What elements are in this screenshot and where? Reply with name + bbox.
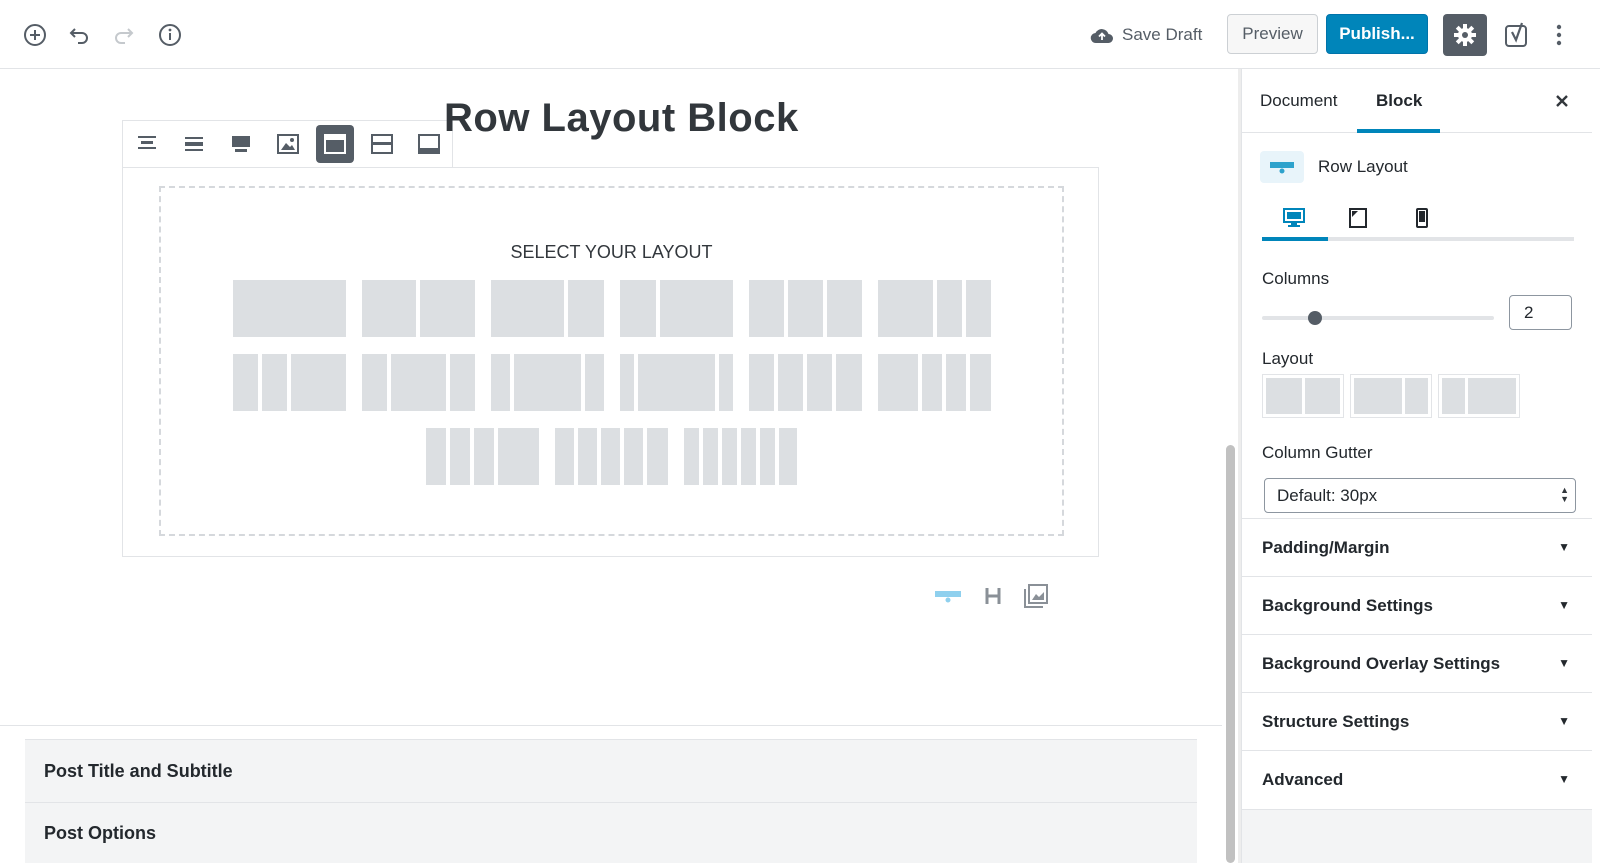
gallery-icon[interactable] [1024, 584, 1048, 608]
panel-background-settings[interactable]: Background Settings ▼ [1242, 576, 1592, 634]
select-arrows-icon: ▲ ▼ [1560, 485, 1569, 504]
column-gutter-value: Default: 30px [1277, 485, 1378, 505]
undo-icon[interactable] [63, 19, 95, 51]
desktop-icon[interactable] [1262, 199, 1326, 237]
select-layout-title: SELECT YOUR LAYOUT [510, 242, 713, 262]
layout-label: Layout [1262, 349, 1314, 368]
layout-option-3-center-heavy[interactable] [361, 354, 475, 411]
save-draft-label: Save Draft [1122, 25, 1203, 44]
caret-down-icon: ▼ [1558, 714, 1570, 728]
align-bottom-icon[interactable] [217, 121, 264, 167]
meta-box-label: Post Title and Subtitle [44, 760, 233, 781]
layout-option-3-center-widest[interactable] [619, 354, 733, 411]
sidebar-footer [1242, 809, 1592, 863]
column-layout-options [1262, 374, 1520, 418]
align-center-icon[interactable] [170, 121, 217, 167]
layout-option-2-equal[interactable] [361, 280, 475, 337]
tab-block[interactable]: Block [1376, 69, 1422, 133]
layout-option-5-equal[interactable] [555, 428, 668, 485]
sidebar-tabs: Document Block [1242, 69, 1592, 133]
column-layout-left-heavy[interactable] [1350, 374, 1432, 418]
panel-padding-margin[interactable]: Padding/Margin ▼ [1242, 518, 1592, 576]
layout-option-3-equal[interactable] [748, 280, 862, 337]
layout-option-1-col[interactable] [232, 280, 346, 337]
preview-button[interactable]: Preview [1227, 14, 1318, 54]
cloud-upload-icon [1090, 29, 1113, 44]
panel-background-overlay-settings[interactable]: Background Overlay Settings ▼ [1242, 634, 1592, 692]
layout-options-grid [161, 280, 1062, 502]
column-layout-right-heavy[interactable] [1438, 374, 1520, 418]
caret-down-icon: ▼ [1558, 540, 1570, 554]
wide-width-icon[interactable] [311, 121, 358, 167]
layout-option-4-right-heavy[interactable] [426, 428, 539, 485]
caret-down-icon: ▼ [1558, 656, 1570, 670]
column-gutter-label: Column Gutter [1262, 443, 1373, 462]
panel-title: Background Settings [1262, 595, 1433, 615]
panel-title: Background Overlay Settings [1262, 653, 1501, 673]
publish-button[interactable]: Publish... [1326, 14, 1428, 54]
meta-box-label: Post Options [44, 822, 156, 843]
panel-structure-settings[interactable]: Structure Settings ▼ [1242, 692, 1592, 750]
save-draft-button[interactable]: Save Draft [1090, 20, 1202, 50]
block-name: Row Layout [1318, 157, 1408, 176]
row-layout-icon[interactable] [934, 587, 962, 605]
layout-option-2-left-heavy[interactable] [490, 280, 604, 337]
heading-icon[interactable] [984, 586, 1002, 606]
columns-label: Columns [1262, 269, 1330, 288]
meta-divider [0, 725, 1222, 726]
layout-option-3-right-heavy[interactable] [232, 354, 346, 411]
layout-option-4-equal[interactable] [748, 354, 862, 411]
gear-icon [1454, 24, 1476, 46]
active-tab-indicator [1357, 129, 1440, 133]
close-icon[interactable] [1548, 87, 1576, 115]
column-layout-equal[interactable] [1262, 374, 1344, 418]
settings-sidebar: Document Block Row Layout Columns 2 Layo… [1241, 69, 1592, 863]
editor-scrollbar-thumb[interactable] [1226, 445, 1235, 863]
more-options-icon[interactable] [1546, 20, 1572, 50]
block-inserter-shortcuts [934, 584, 1048, 608]
column-gutter-select[interactable]: Default: 30px ▲ ▼ [1264, 478, 1576, 513]
panel-title: Structure Settings [1262, 711, 1410, 731]
active-device-indicator [1262, 237, 1328, 241]
row-layout-icon [1260, 151, 1304, 183]
editor-header: Save Draft Preview Publish... [0, 0, 1600, 69]
inner-width-icon[interactable] [358, 121, 405, 167]
caret-down-icon: ▼ [1558, 598, 1570, 612]
settings-button[interactable] [1443, 14, 1487, 56]
panel-title: Padding/Margin [1262, 537, 1390, 557]
row-layout-block[interactable]: SELECT YOUR LAYOUT [122, 167, 1099, 557]
meta-box-post-title-subtitle[interactable]: Post Title and Subtitle [25, 739, 1197, 802]
layout-option-3-center-wide[interactable] [490, 354, 604, 411]
device-tabs [1262, 199, 1574, 241]
block-card: Row Layout [1260, 151, 1408, 183]
mobile-icon[interactable] [1390, 199, 1454, 237]
layout-option-4-left-heavy[interactable] [877, 354, 991, 411]
layout-placeholder: SELECT YOUR LAYOUT [159, 186, 1064, 536]
post-title[interactable]: Row Layout Block [444, 96, 799, 141]
layout-option-6-equal[interactable] [684, 428, 797, 485]
redo-icon[interactable] [108, 19, 140, 51]
columns-input[interactable]: 2 [1509, 295, 1572, 330]
columns-slider-thumb[interactable] [1308, 311, 1322, 325]
meta-box-post-options[interactable]: Post Options [25, 802, 1197, 863]
panel-title: Advanced [1262, 769, 1344, 789]
yoast-icon[interactable] [1502, 18, 1532, 52]
tab-document[interactable]: Document [1260, 69, 1337, 133]
align-top-icon[interactable] [123, 121, 170, 167]
panel-advanced[interactable]: Advanced ▼ [1242, 750, 1592, 808]
caret-down-icon: ▼ [1558, 772, 1570, 786]
info-icon[interactable] [154, 19, 186, 51]
plus-circle-icon[interactable] [19, 19, 51, 51]
tablet-icon[interactable] [1326, 199, 1390, 237]
layout-option-3-left-heavy[interactable] [877, 280, 991, 337]
image-icon[interactable] [264, 121, 311, 167]
layout-option-2-right-heavy[interactable] [619, 280, 733, 337]
block-toolbar [122, 120, 453, 167]
columns-slider[interactable] [1262, 316, 1494, 320]
